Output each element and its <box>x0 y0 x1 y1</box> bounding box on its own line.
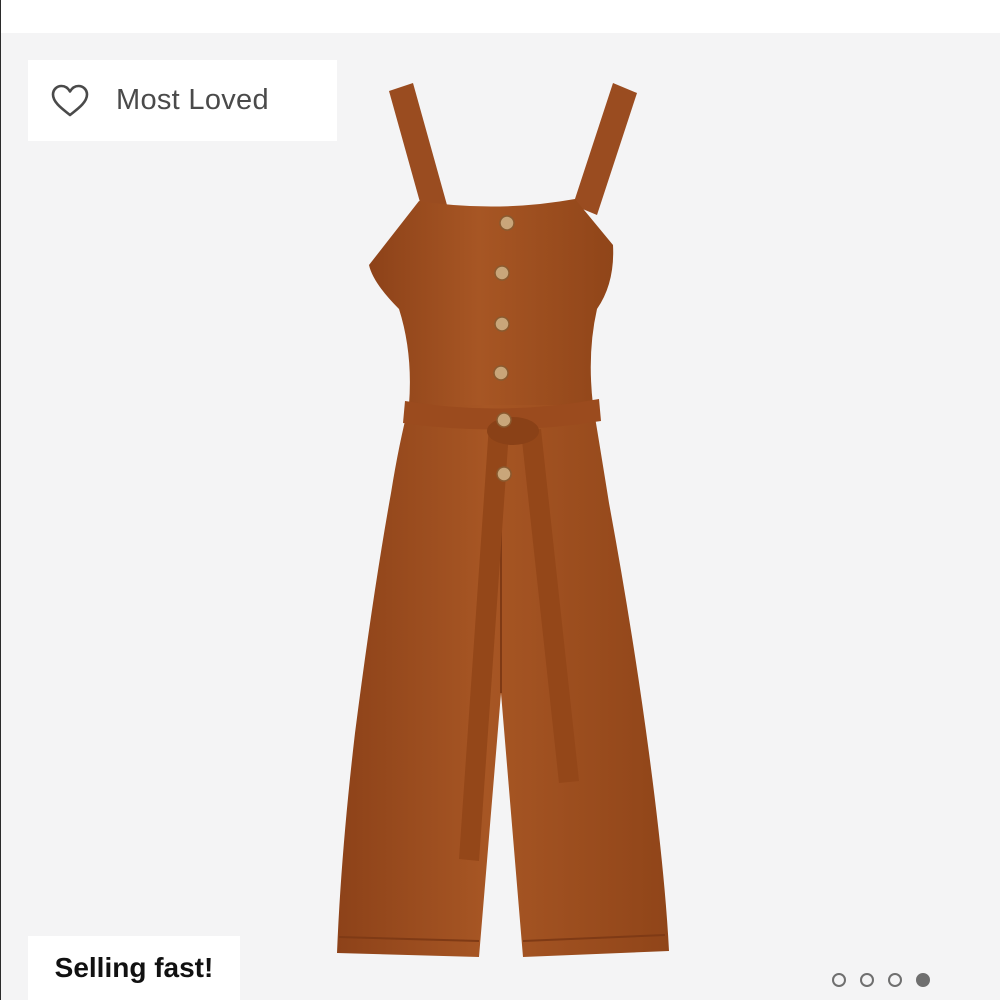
most-loved-badge[interactable]: Most Loved <box>28 60 337 141</box>
selling-fast-label: Selling fast! <box>54 952 214 983</box>
left-strap <box>389 83 447 213</box>
carousel-dot-4[interactable] <box>916 973 930 987</box>
carousel-dot-3[interactable] <box>888 973 902 987</box>
right-strap <box>573 83 637 215</box>
carousel-dot-1[interactable] <box>832 973 846 987</box>
carousel-dot-2[interactable] <box>860 973 874 987</box>
most-loved-label: Most Loved <box>116 84 269 116</box>
heart-outline-icon[interactable] <box>50 84 90 118</box>
selling-fast-badge: Selling fast! <box>28 936 240 1000</box>
jumpsuit-bodice <box>369 199 614 405</box>
top-bar <box>0 0 1000 33</box>
product-image[interactable] <box>1 33 1000 1000</box>
carousel-indicator <box>832 973 930 987</box>
product-card[interactable]: Most Loved Selling fast! <box>1 33 1000 1000</box>
